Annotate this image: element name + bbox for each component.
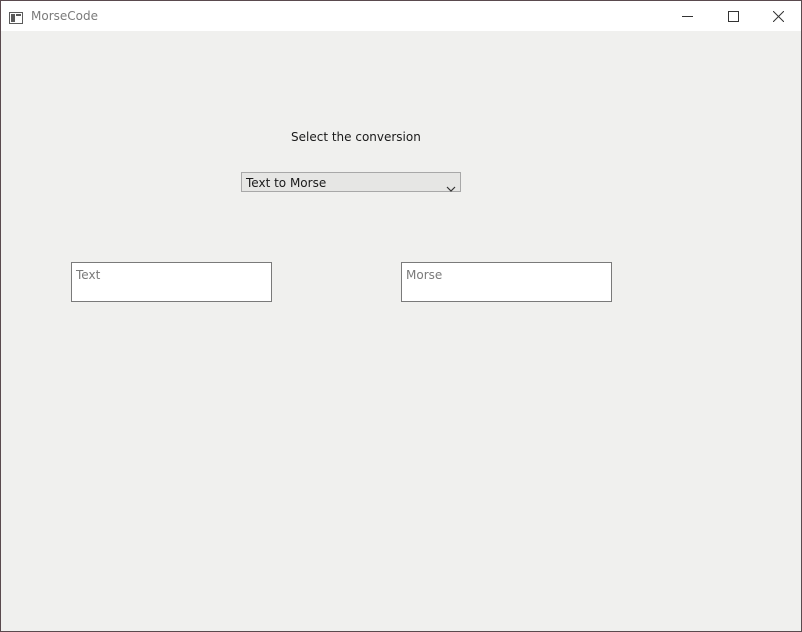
text-input-box [71,262,272,302]
morse-output[interactable] [402,263,611,301]
close-button[interactable] [755,1,801,31]
text-input[interactable] [72,263,271,301]
close-icon [772,7,784,26]
minimize-button[interactable] [664,1,710,31]
title-bar[interactable]: MorseCode [1,1,801,31]
conversion-heading: Select the conversion [291,130,421,144]
maximize-button[interactable] [710,1,756,31]
chevron-down-icon [446,178,456,192]
client-area: Select the conversion Text to Morse [1,31,801,631]
minimize-icon [681,7,693,26]
window-title: MorseCode [31,9,98,23]
maximize-icon [727,7,739,26]
conversion-select[interactable]: Text to Morse [241,172,461,192]
window-app-icon [9,9,23,24]
conversion-select-value: Text to Morse [246,176,327,190]
app-window: MorseCode Select the conversion Text to … [0,0,802,632]
morse-output-box [401,262,612,302]
